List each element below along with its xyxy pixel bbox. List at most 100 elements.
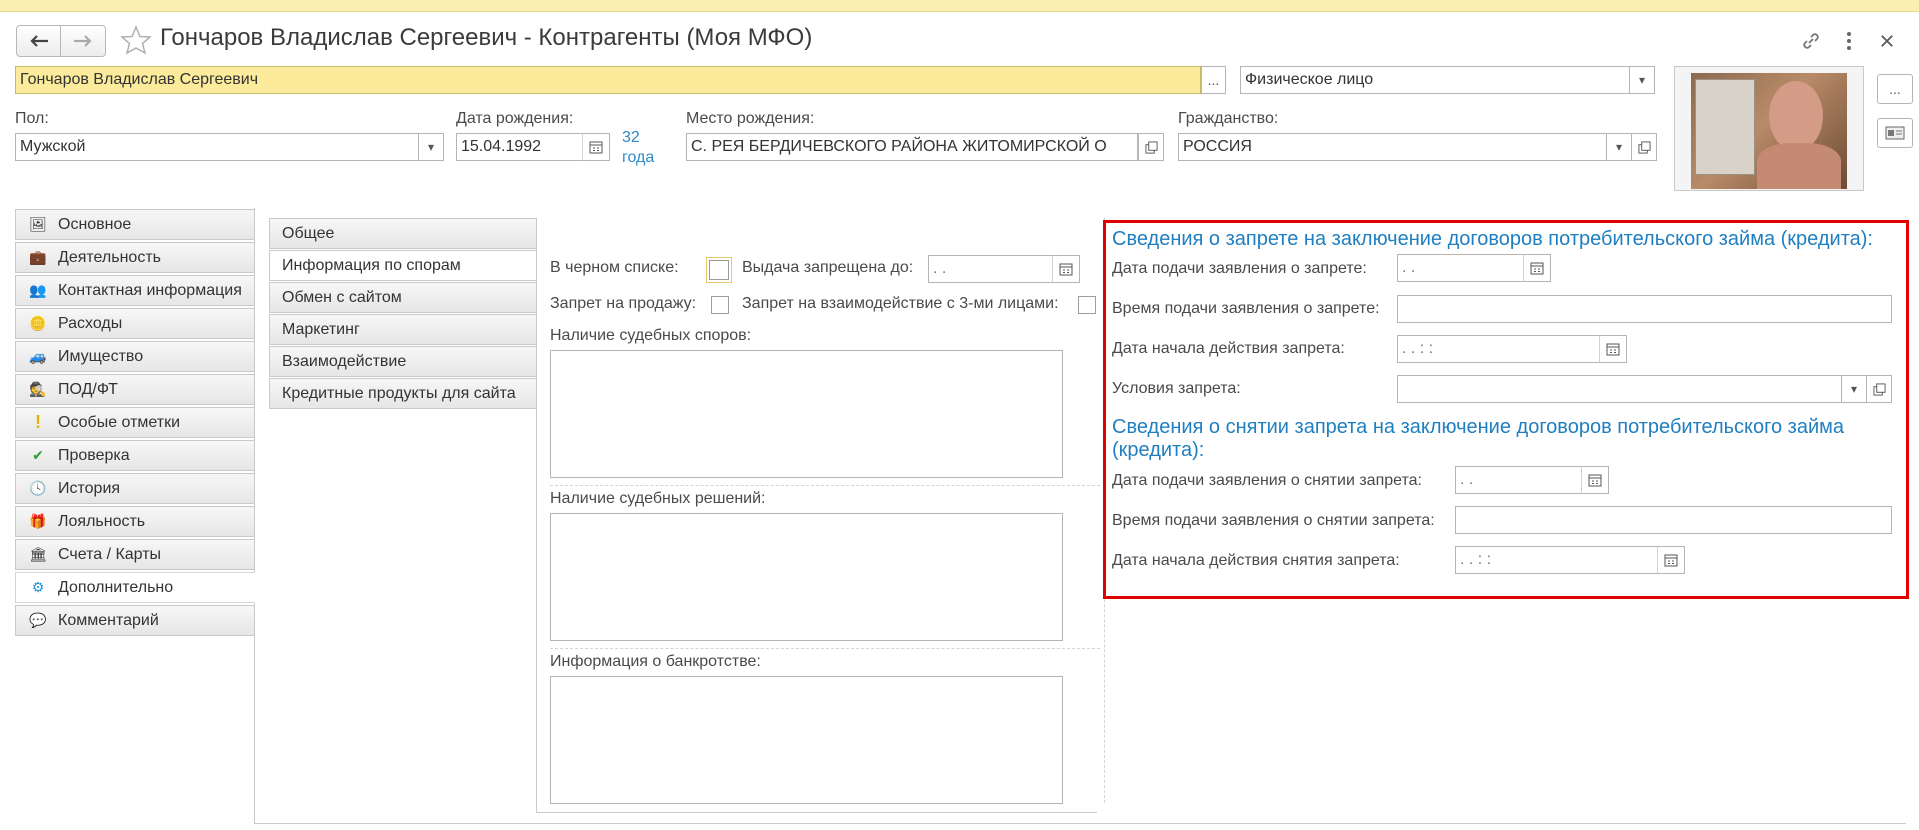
left-panel-item[interactable]: ✔ Проверка	[15, 440, 255, 471]
ban-conditions-select[interactable]	[1397, 375, 1842, 403]
left-panel-item[interactable]: 🕵 ПОД/ФТ	[15, 374, 255, 405]
sale-ban-checkbox[interactable]	[711, 296, 729, 314]
ban-apply-time-label: Время подачи заявления о запрете:	[1112, 300, 1380, 317]
left-panel-item-label: Контактная информация	[58, 281, 242, 299]
court-decisions-textarea[interactable]	[550, 513, 1063, 641]
left-panel-item[interactable]: 🪙 Расходы	[15, 308, 255, 339]
close-icon[interactable]	[1872, 26, 1902, 56]
issue-banned-calendar-button[interactable]	[1052, 255, 1080, 283]
left-panel-item[interactable]: 🖼 Основное	[15, 209, 255, 240]
window-title: Гончаров Владислав Сергеевич - Контраген…	[160, 24, 813, 51]
photo-card-icon: 🖼	[29, 216, 47, 232]
tabs-divider	[536, 218, 537, 813]
bankruptcy-label: Информация о банкротстве:	[550, 653, 761, 670]
left-panel-item[interactable]: 👥 Контактная информация	[15, 275, 255, 306]
mid-tab[interactable]: Общее	[269, 218, 537, 249]
separator	[550, 648, 1100, 649]
contractor-name-field[interactable]: Гончаров Владислав Сергеевич	[15, 66, 1201, 94]
contractor-photo	[1691, 73, 1847, 189]
briefcase-icon: 💼	[29, 249, 47, 265]
passport-image	[1695, 79, 1755, 175]
open-window-icon	[1637, 140, 1651, 154]
back-button[interactable]	[16, 25, 61, 57]
ban-start-date-field[interactable]: . . : :	[1397, 335, 1600, 363]
citizenship-select[interactable]: РОССИЯ	[1178, 133, 1607, 161]
open-window-icon	[1144, 140, 1158, 154]
left-panel-item-label: Проверка	[58, 446, 130, 464]
left-panel-item[interactable]: 🕓 История	[15, 473, 255, 504]
forward-button[interactable]	[61, 25, 106, 57]
ban-apply-date-calendar-button[interactable]	[1523, 254, 1551, 282]
left-panel-item[interactable]: 💼 Деятельность	[15, 242, 255, 273]
unban-start-date-field[interactable]: . . : :	[1455, 546, 1658, 574]
unban-start-date-calendar-button[interactable]	[1657, 546, 1685, 574]
person-type-select[interactable]: Физическое лицо	[1240, 66, 1630, 94]
ban-conditions-dropdown[interactable]: ▾	[1841, 375, 1867, 403]
favorite-star-icon[interactable]	[120, 24, 152, 56]
checkmark-icon: ✔	[32, 447, 44, 463]
photo-frame	[1674, 66, 1864, 191]
unban-apply-time-field[interactable]	[1455, 506, 1892, 534]
id-card-button[interactable]	[1877, 118, 1913, 148]
sale-ban-label: Запрет на продажу:	[550, 295, 697, 312]
comment-icon: 💬	[29, 612, 47, 628]
gender-dropdown[interactable]: ▾	[418, 133, 444, 161]
blacklist-label: В черном списке:	[550, 259, 679, 276]
issue-banned-date-field[interactable]: . .	[928, 255, 1054, 283]
calendar-icon	[1664, 554, 1678, 567]
face-image	[1769, 81, 1823, 151]
third-party-ban-checkbox[interactable]	[1078, 296, 1096, 314]
bankruptcy-textarea[interactable]	[550, 676, 1063, 804]
link-icon[interactable]	[1796, 26, 1826, 56]
third-party-ban-label: Запрет на взаимодействие с 3-ми лицами:	[742, 295, 1059, 312]
person-type-dropdown[interactable]: ▾	[1629, 66, 1655, 94]
left-panel-item[interactable]: 🏛 Счета / Карты	[15, 539, 255, 570]
court-disputes-label: Наличие судебных споров:	[550, 327, 752, 344]
blacklist-checkbox[interactable]	[709, 260, 729, 280]
court-disputes-textarea[interactable]	[550, 350, 1063, 478]
agent-icon: 🕵	[29, 381, 47, 397]
mid-tab[interactable]: Информация по спорам	[269, 250, 537, 281]
ban-conditions-open-button[interactable]	[1866, 375, 1892, 403]
gender-select[interactable]: Мужской	[15, 133, 419, 161]
chevron-down-icon: ▾	[1615, 140, 1623, 154]
blacklist-checkbox-wrap[interactable]	[706, 257, 732, 283]
birthplace-field[interactable]: С. РЕЯ БЕРДИЧЕВСКОГО РАЙОНА ЖИТОМИРСКОЙ …	[686, 133, 1138, 161]
top-notification-strip	[0, 0, 1919, 12]
mid-tab[interactable]: Кредитные продукты для сайта	[269, 378, 537, 409]
left-panel-item[interactable]: 💬 Комментарий	[15, 605, 255, 636]
issue-banned-label: Выдача запрещена до:	[742, 259, 914, 276]
mid-tab[interactable]: Маркетинг	[269, 314, 537, 345]
left-panel-item[interactable]: ⚙ Дополнительно	[15, 572, 255, 603]
birthplace-open-button[interactable]	[1138, 133, 1164, 161]
bank-icon: 🏛	[29, 546, 47, 562]
birth-date-field[interactable]: 15.04.1992	[456, 133, 584, 161]
ban-apply-date-field[interactable]: . .	[1397, 254, 1525, 282]
unban-apply-date-field[interactable]: . .	[1455, 466, 1583, 494]
chevron-down-icon: ▾	[427, 140, 435, 154]
ban-apply-time-field[interactable]	[1397, 295, 1892, 323]
chevron-down-icon: ▾	[1638, 73, 1646, 87]
mid-tab[interactable]: Обмен с сайтом	[269, 282, 537, 313]
citizenship-open-button[interactable]	[1631, 133, 1657, 161]
ban-start-date-calendar-button[interactable]	[1599, 335, 1627, 363]
left-panel-item[interactable]: 🎁 Лояльность	[15, 506, 255, 537]
unban-section-title-line1: Сведения о снятии запрета на заключение …	[1112, 416, 1845, 438]
birth-date-calendar-button[interactable]	[582, 133, 610, 161]
court-decisions-label: Наличие судебных решений:	[550, 490, 766, 507]
mid-tab[interactable]: Взаимодействие	[269, 346, 537, 377]
left-panel-item[interactable]: ! Особые отметки	[15, 407, 255, 438]
left-panel-item-label: Лояльность	[58, 512, 146, 530]
gear-icon: ⚙	[31, 579, 45, 595]
left-panel-item-label: Основное	[58, 215, 132, 233]
left-panel-item-label: Расходы	[58, 314, 123, 332]
photo-more-button[interactable]: ...	[1877, 74, 1913, 104]
unban-apply-date-calendar-button[interactable]	[1581, 466, 1609, 494]
coins-icon: 🪙	[29, 315, 47, 331]
tabs-bottom-divider	[537, 812, 1097, 813]
ban-section-title: Сведения о запрете на заключение договор…	[1112, 228, 1873, 250]
left-panel-item[interactable]: 🚙 Имущество	[15, 341, 255, 372]
name-select-button[interactable]: ...	[1201, 66, 1226, 94]
citizenship-dropdown[interactable]: ▾	[1606, 133, 1632, 161]
more-vertical-icon[interactable]	[1834, 26, 1864, 56]
